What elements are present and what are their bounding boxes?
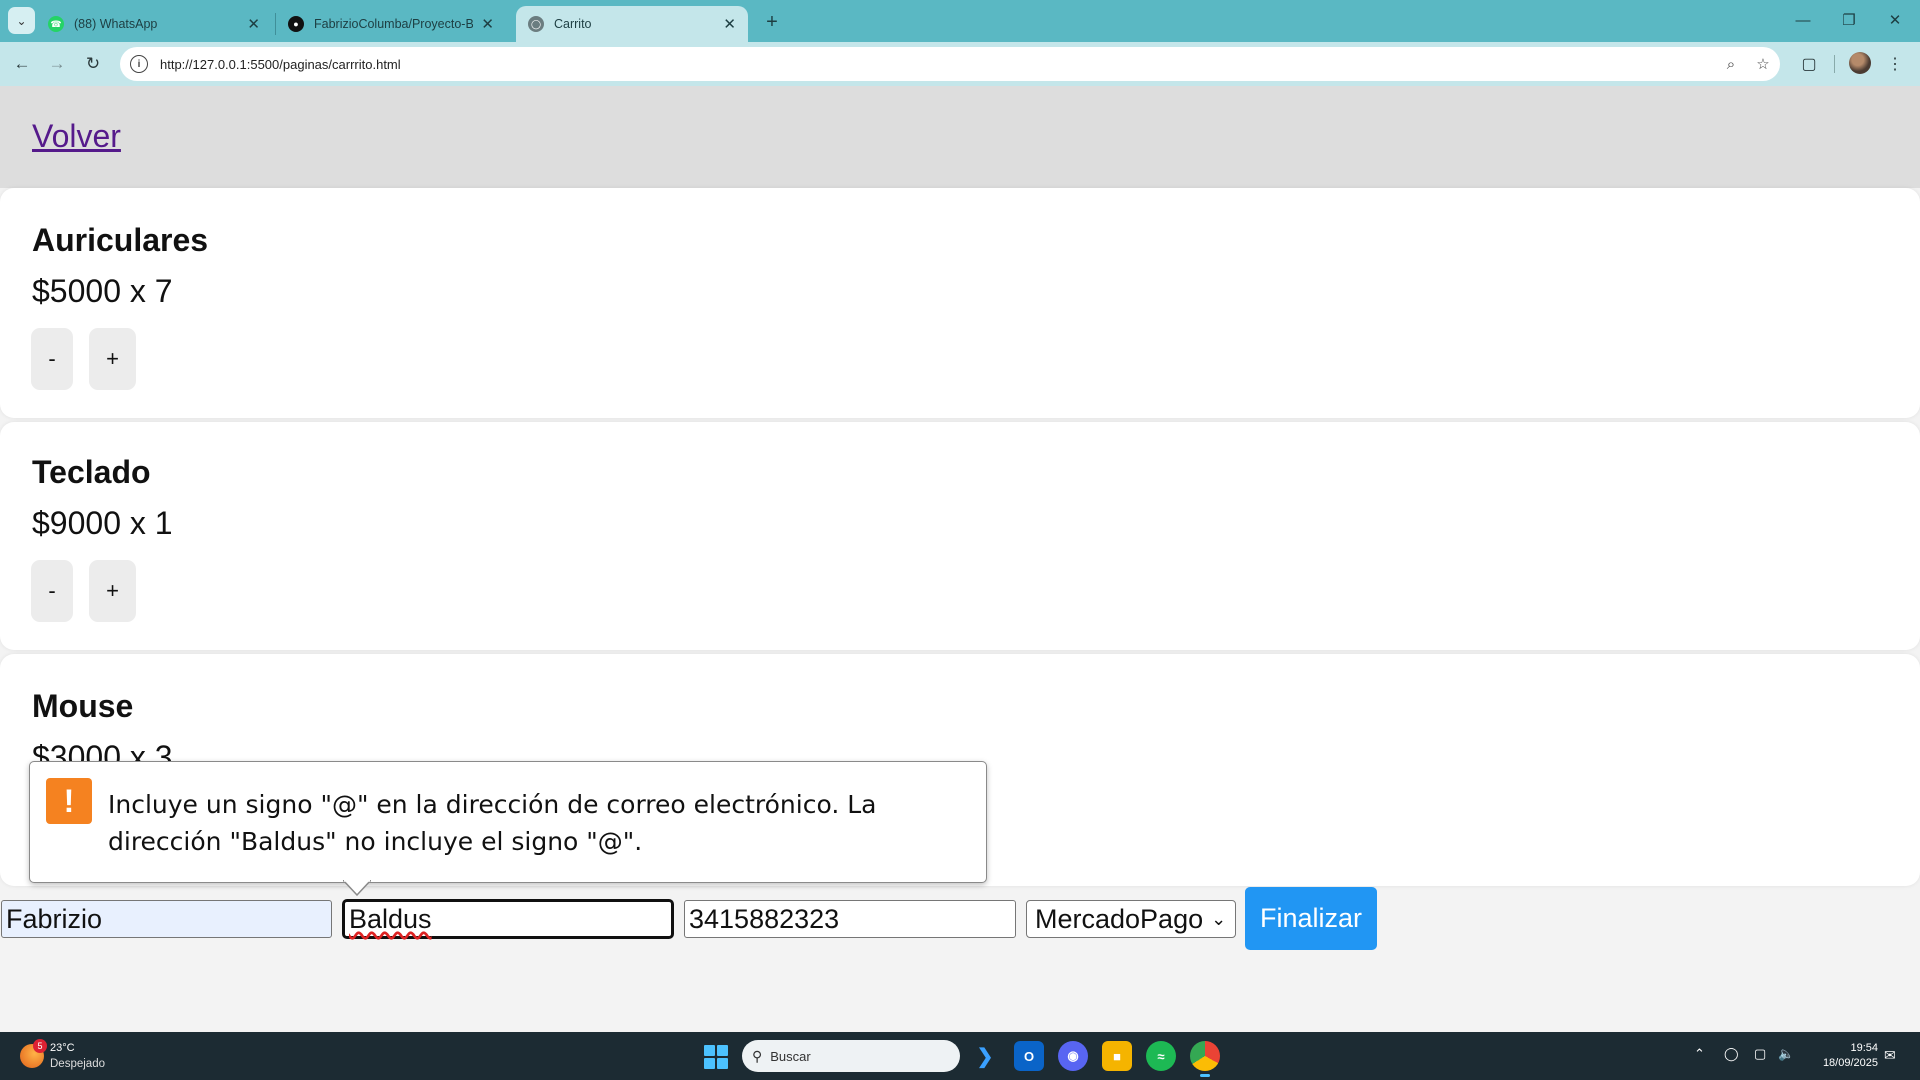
- toolbar-divider: [1834, 55, 1835, 73]
- whatsapp-icon: ☎: [48, 16, 64, 32]
- increase-button[interactable]: +: [89, 560, 136, 622]
- chevron-down-icon: ⌄: [16, 13, 27, 28]
- payment-select[interactable]: MercadoPago ⌄: [1026, 900, 1236, 938]
- url-text: http://127.0.0.1:5500/paginas/carrrito.h…: [160, 56, 401, 72]
- arrow-right-icon: →: [48, 54, 66, 73]
- product-price: $5000 x 7: [32, 273, 173, 309]
- puzzle-icon: ▢: [1801, 56, 1817, 73]
- chrome-icon[interactable]: [1190, 1041, 1220, 1077]
- clock[interactable]: 19:54 18/09/2025: [1810, 1041, 1878, 1071]
- sync-icon[interactable]: ◯: [1724, 1046, 1739, 1062]
- close-icon[interactable]: ✕: [247, 15, 260, 33]
- new-tab-button[interactable]: +: [758, 8, 786, 36]
- page-viewport: Volver Auriculares $5000 x 7 - + Teclado…: [0, 86, 1920, 1032]
- increase-button[interactable]: +: [89, 328, 136, 390]
- zoom-icon[interactable]: ⌕: [1716, 49, 1746, 79]
- more-vertical-icon: ⋮: [1887, 56, 1903, 73]
- back-button[interactable]: ←: [7, 49, 37, 79]
- close-window-button[interactable]: ✕: [1872, 0, 1918, 40]
- spotify-icon[interactable]: ≈: [1146, 1041, 1176, 1071]
- minimize-icon: —: [1795, 11, 1811, 29]
- email-field[interactable]: Baldus: [342, 899, 674, 939]
- close-icon[interactable]: ✕: [481, 15, 494, 33]
- back-link[interactable]: Volver: [32, 118, 121, 155]
- product-card: Teclado $9000 x 1 - +: [0, 422, 1920, 650]
- search-icon: ⚲: [752, 1047, 763, 1064]
- bookmark-star-icon[interactable]: ☆: [1748, 49, 1778, 79]
- outlook-icon[interactable]: O: [1014, 1041, 1044, 1071]
- browser-toolbar: ← → ↻ i http://127.0.0.1:5500/paginas/ca…: [0, 42, 1920, 86]
- tab-carrito[interactable]: ◯ Carrito ✕: [516, 6, 748, 42]
- tab-strip: ⌄ ☎ (88) WhatsApp ✕ ● FabrizioColumba/Pr…: [0, 0, 1920, 42]
- avatar[interactable]: [1849, 52, 1871, 74]
- taskbar: 5 23°C Despejado ⚲ Buscar ❯ O ◉ ■ ≈ ⌃ ◯ …: [0, 1032, 1920, 1080]
- validation-message: Incluye un signo "@" en la dirección de …: [108, 790, 877, 856]
- validation-tooltip: ! Incluye un signo "@" en la dirección d…: [29, 761, 987, 883]
- tab-whatsapp[interactable]: ☎ (88) WhatsApp ✕: [36, 6, 272, 42]
- vscode-icon[interactable]: ❯: [970, 1041, 1000, 1071]
- restore-button[interactable]: ❐: [1826, 0, 1872, 40]
- chevron-down-icon: ⌄: [1211, 908, 1227, 929]
- arrow-left-icon: ←: [13, 54, 31, 73]
- weather-description: Despejado: [50, 1058, 105, 1070]
- weather-temperature: 23°C: [50, 1042, 75, 1054]
- phone-field[interactable]: 3415882323: [684, 900, 1016, 938]
- extensions-button[interactable]: ▢: [1794, 49, 1824, 79]
- finalizar-button[interactable]: Finalizar: [1245, 887, 1377, 950]
- taskbar-search[interactable]: ⚲ Buscar: [742, 1040, 960, 1072]
- product-price: $9000 x 1: [32, 505, 173, 541]
- site-info-icon[interactable]: i: [130, 55, 148, 73]
- name-field[interactable]: Fabrizio: [1, 900, 332, 938]
- warning-icon: !: [46, 778, 92, 824]
- tooltip-arrow: [343, 880, 371, 896]
- reload-button[interactable]: ↻: [78, 49, 108, 79]
- product-name: Auriculares: [32, 222, 209, 258]
- menu-button[interactable]: ⋮: [1880, 49, 1910, 79]
- tab-github[interactable]: ● FabrizioColumba/Proyecto-Bac ✕: [276, 6, 506, 42]
- chevron-up-icon[interactable]: ⌃: [1694, 1046, 1705, 1062]
- reload-icon: ↻: [85, 54, 101, 73]
- notification-badge: 5: [33, 1039, 47, 1053]
- minimize-button[interactable]: —: [1780, 0, 1826, 40]
- close-icon[interactable]: ✕: [723, 15, 736, 33]
- product-name: Mouse: [32, 688, 134, 724]
- decrease-button[interactable]: -: [31, 560, 73, 622]
- email-field-value: Baldus: [349, 903, 432, 934]
- display-icon[interactable]: ▢: [1754, 1046, 1766, 1062]
- github-icon: ●: [288, 16, 304, 32]
- tab-search-button[interactable]: ⌄: [8, 7, 35, 34]
- notification-icon[interactable]: ✉: [1884, 1047, 1896, 1064]
- product-name: Teclado: [32, 454, 151, 490]
- restore-icon: ❐: [1842, 12, 1856, 29]
- product-card: Auriculares $5000 x 7 - +: [0, 188, 1920, 418]
- globe-icon: ◯: [528, 16, 544, 32]
- payment-select-value: MercadoPago: [1035, 903, 1204, 934]
- forward-button[interactable]: →: [42, 49, 72, 79]
- page-header: Volver: [0, 86, 1920, 188]
- plus-icon: +: [766, 10, 778, 33]
- discord-icon[interactable]: ◉: [1058, 1041, 1088, 1071]
- file-explorer-icon[interactable]: ■: [1102, 1041, 1132, 1071]
- decrease-button[interactable]: -: [31, 328, 73, 390]
- start-button[interactable]: [704, 1045, 728, 1069]
- taskbar-search-placeholder: Buscar: [770, 1048, 811, 1064]
- address-bar[interactable]: i http://127.0.0.1:5500/paginas/carrrito…: [120, 47, 1780, 81]
- close-icon: ✕: [1888, 12, 1902, 29]
- volume-icon[interactable]: 🔈: [1778, 1046, 1794, 1062]
